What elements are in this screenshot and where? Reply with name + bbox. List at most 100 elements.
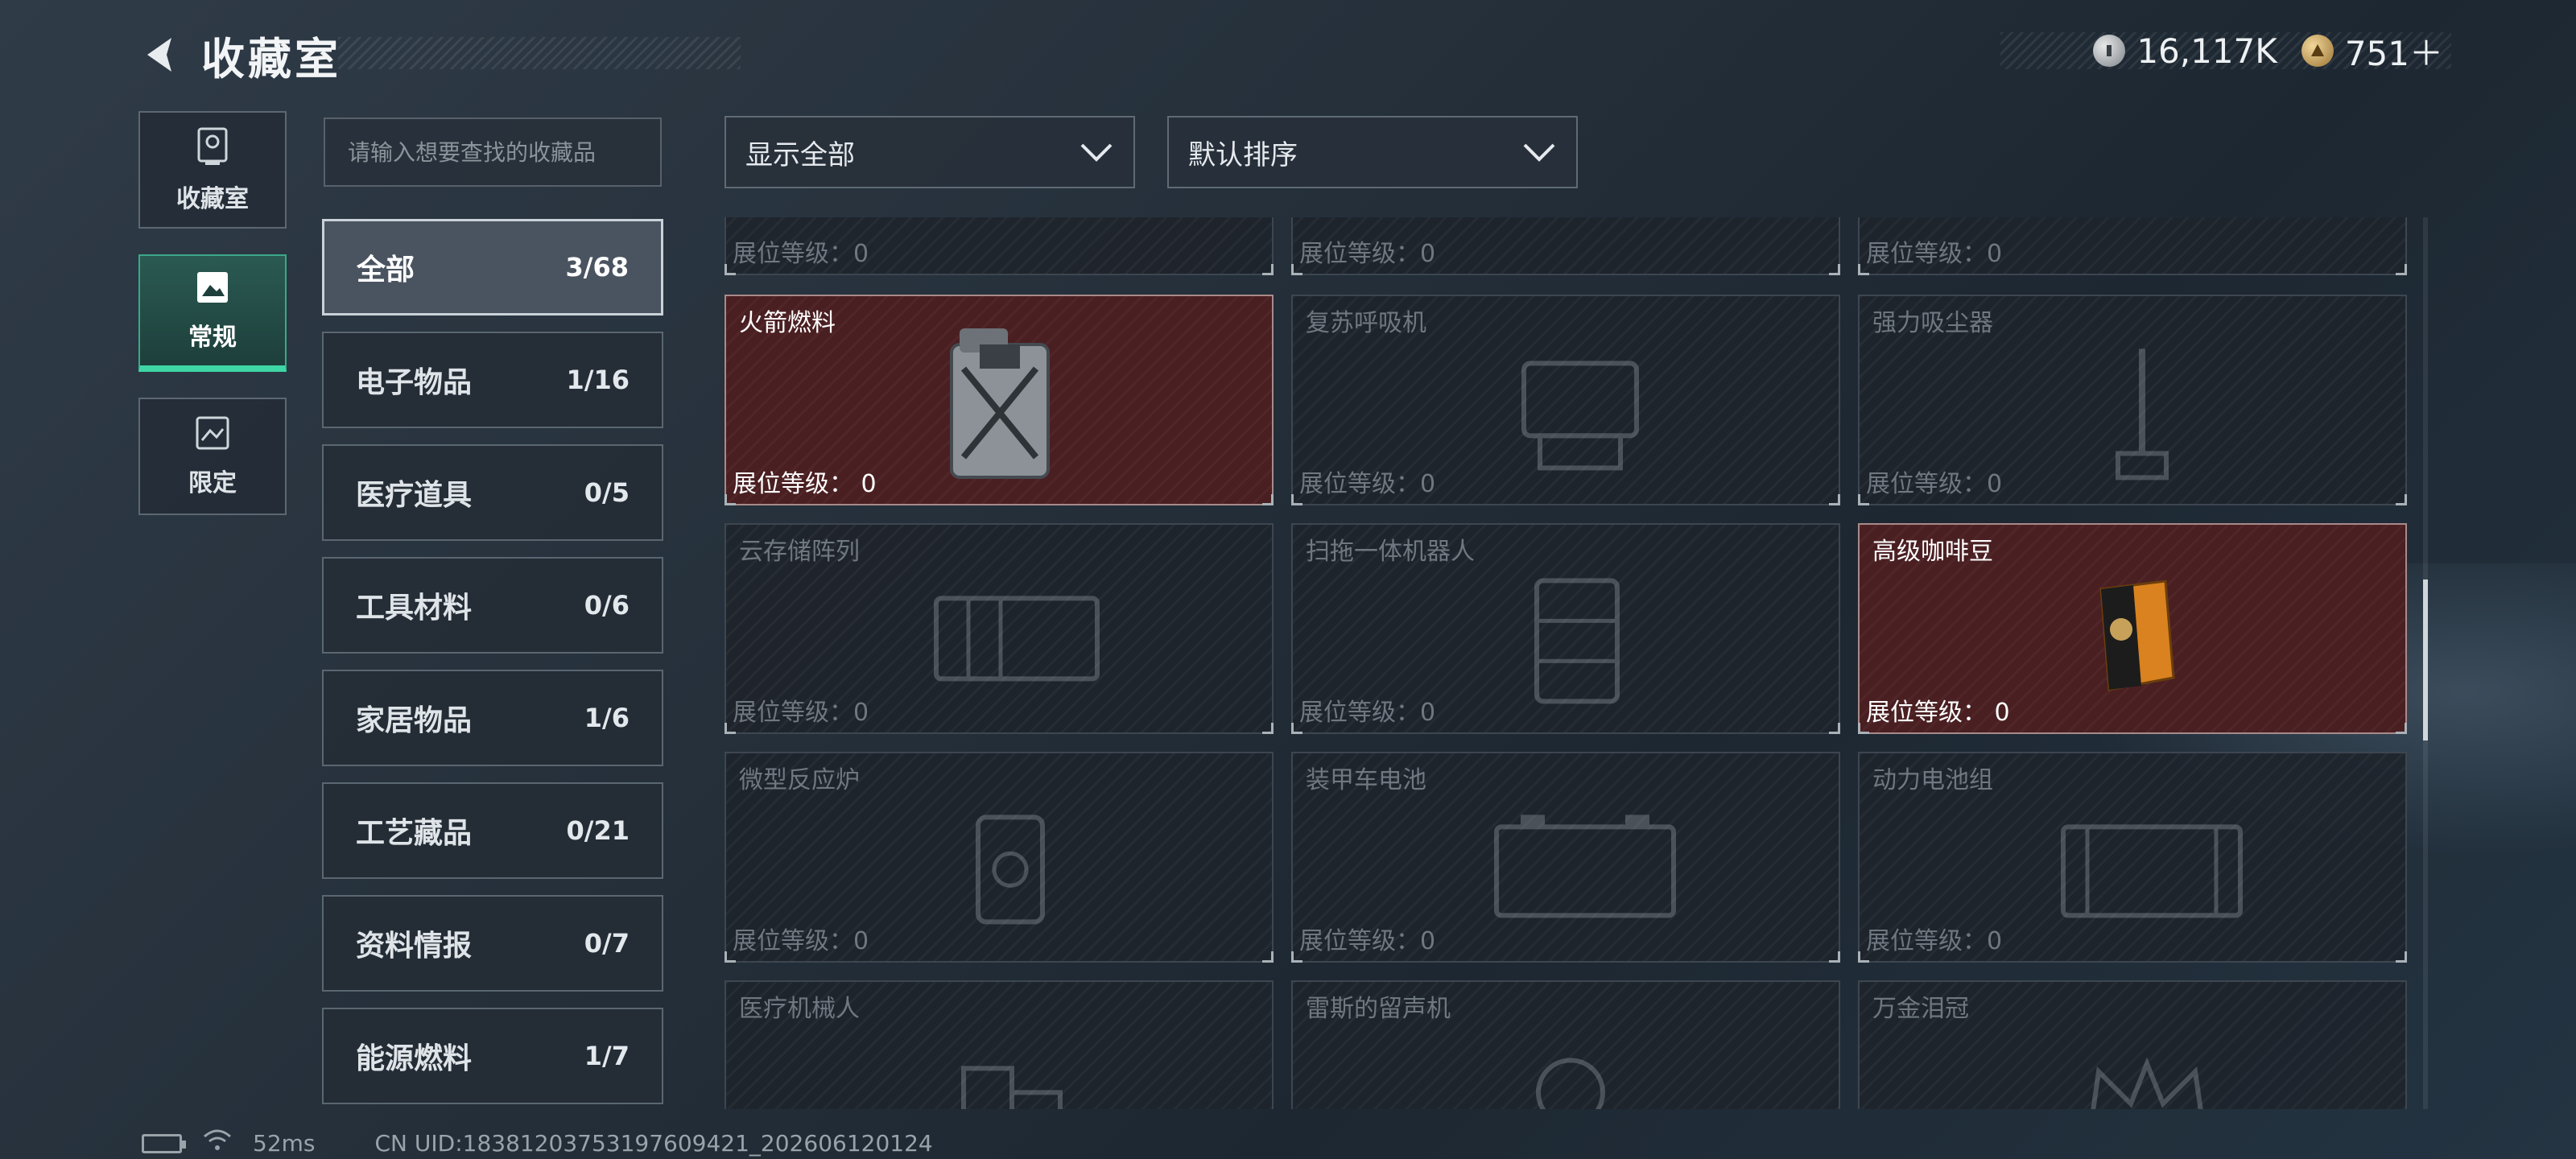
picture-icon: [194, 269, 231, 309]
currency-bar: 16,117K 751＋: [2000, 31, 2451, 73]
card-corner: [2396, 951, 2407, 963]
booth-level: 展位等级：0: [733, 699, 869, 727]
category-count: 3/68: [565, 252, 629, 283]
fuel-canister-icon: [935, 320, 1064, 485]
nav-limited[interactable]: 限定: [138, 398, 287, 515]
card-corner: [1858, 494, 1869, 505]
wifi-icon: [201, 1128, 233, 1158]
category-count: 0/21: [566, 815, 630, 846]
category-count: 1/6: [584, 703, 630, 733]
booth-level: 展位等级： 0: [733, 470, 877, 498]
category-count: 1/7: [584, 1041, 630, 1071]
robot-mop-icon: [1521, 572, 1633, 712]
card-corner: [724, 723, 736, 734]
booth-level: 展位等级：0: [733, 927, 869, 955]
item-name: 扫拖一体机器人: [1306, 538, 1475, 566]
card-corner: [2396, 723, 2407, 734]
collection-card[interactable]: 展位等级：0: [1291, 217, 1840, 275]
card-corner: [1829, 264, 1840, 275]
collection-card[interactable]: 万金泪冠 展位等级：0: [1858, 980, 2407, 1109]
collection-card[interactable]: 动力电池组 展位等级：0: [1858, 752, 2407, 963]
collection-card[interactable]: 复苏呼吸机 展位等级：0: [1291, 295, 1840, 505]
card-corner: [1829, 494, 1840, 505]
gold-amount: 751＋: [2344, 33, 2443, 73]
category-count: 0/5: [584, 477, 630, 508]
card-corner: [724, 494, 736, 505]
card-corner: [1829, 723, 1840, 734]
sort-value: 默认排序: [1188, 138, 1298, 171]
search-input[interactable]: [348, 138, 638, 166]
category-energy[interactable]: 能源燃料 1/7: [322, 1008, 663, 1104]
category-home[interactable]: 家居物品 1/6: [322, 670, 663, 766]
booth-level: 展位等级：0: [1866, 927, 2003, 955]
category-count: 1/16: [566, 365, 630, 395]
trophy-icon: [194, 126, 231, 171]
card-corner: [724, 264, 736, 275]
item-name: 雷斯的留声机: [1306, 995, 1451, 1023]
nav-label: 收藏室: [176, 185, 249, 213]
title-stripe-decoration: [338, 37, 741, 69]
category-medical[interactable]: 医疗道具 0/5: [322, 444, 663, 541]
collection-card[interactable]: 展位等级：0: [1858, 217, 2407, 275]
collection-card[interactable]: 雷斯的留声机 展位等级：0: [1291, 980, 1840, 1109]
collection-card-rocket-fuel[interactable]: 火箭燃料 展位等级： 0: [724, 295, 1274, 505]
booth-level: 展位等级：0: [1299, 470, 1436, 498]
nav-regular[interactable]: 常规: [138, 254, 287, 372]
image-frame-icon: [194, 415, 231, 455]
collection-card[interactable]: 强力吸尘器 展位等级：0: [1858, 295, 2407, 505]
card-corner: [1262, 264, 1274, 275]
vacuum-icon: [2094, 340, 2190, 489]
reactor-icon: [954, 801, 1067, 941]
card-corner: [2396, 264, 2407, 275]
card-corner: [1829, 951, 1840, 963]
collection-card[interactable]: 云存储阵列 展位等级：0: [724, 523, 1274, 734]
page-title: 收藏室: [201, 33, 341, 85]
category-electronics[interactable]: 电子物品 1/16: [322, 332, 663, 428]
item-name: 万金泪冠: [1872, 995, 1969, 1023]
search-box[interactable]: [324, 118, 662, 187]
collection-card[interactable]: 展位等级：0: [724, 217, 1274, 275]
category-tools[interactable]: 工具材料 0/6: [322, 557, 663, 654]
silver-coin-icon: [2093, 35, 2126, 67]
filter-dropdown[interactable]: 显示全部: [724, 116, 1135, 188]
gold-currency[interactable]: 751＋: [2301, 27, 2443, 76]
ping-value: 52ms: [253, 1130, 316, 1157]
battery-icon: [1488, 810, 1682, 926]
nav-collection-room[interactable]: 收藏室: [138, 111, 287, 229]
item-name: 微型反应炉: [739, 766, 860, 794]
collection-card[interactable]: 扫拖一体机器人 展位等级：0: [1291, 523, 1840, 734]
item-name: 火箭燃料: [739, 309, 836, 337]
category-name: 资料情报: [356, 930, 473, 963]
nav-label: 常规: [188, 324, 237, 352]
user-uid: CN UID:18381203753197609421_202606120124: [374, 1130, 933, 1157]
grid-scrollbar-thumb[interactable]: [2423, 580, 2428, 740]
category-crafts[interactable]: 工艺藏品 0/21: [322, 782, 663, 879]
silver-amount: 16,117K: [2136, 31, 2277, 71]
category-name: 全部: [357, 254, 415, 287]
booth-level: 展位等级：0: [733, 240, 869, 268]
item-name: 复苏呼吸机: [1306, 309, 1426, 337]
chevron-down-icon: [1523, 143, 1555, 162]
chevron-down-icon: [1080, 143, 1113, 162]
card-corner: [1262, 494, 1274, 505]
collection-card[interactable]: 装甲车电池 展位等级：0: [1291, 752, 1840, 963]
category-name: 工具材料: [356, 592, 473, 625]
booth-level: 展位等级：0: [1299, 927, 1436, 955]
collection-card[interactable]: 微型反应炉 展位等级：0: [724, 752, 1274, 963]
back-arrow-icon[interactable]: [137, 31, 185, 79]
item-name: 强力吸尘器: [1872, 309, 1993, 337]
item-name: 装甲车电池: [1306, 766, 1426, 794]
category-intel[interactable]: 资料情报 0/7: [322, 895, 663, 992]
sort-dropdown[interactable]: 默认排序: [1167, 116, 1578, 188]
category-all[interactable]: 全部 3/68: [322, 219, 663, 316]
crown-icon: [2074, 1039, 2219, 1109]
side-nav: 收藏室 常规 限定: [138, 111, 287, 541]
card-corner: [1858, 264, 1869, 275]
card-corner: [1858, 951, 1869, 963]
collection-card[interactable]: 医疗机械人 展位等级：0: [724, 980, 1274, 1109]
category-name: 电子物品: [356, 366, 473, 399]
collection-card-coffee-beans[interactable]: 高级咖啡豆 展位等级： 0: [1858, 523, 2407, 734]
silver-currency[interactable]: 16,117K: [2093, 31, 2277, 71]
ventilator-icon: [1508, 347, 1653, 479]
gramophone-icon: [1514, 1036, 1643, 1109]
